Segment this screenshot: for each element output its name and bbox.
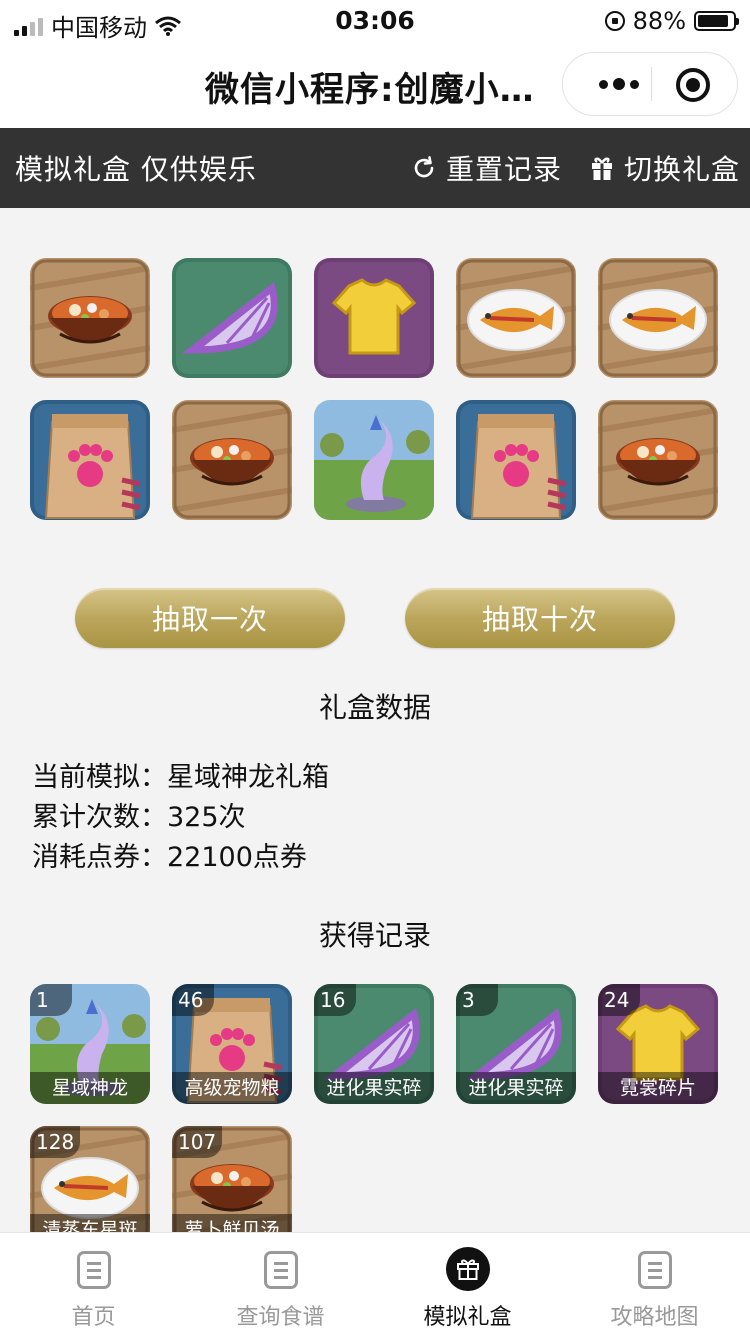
dragon-mount-icon	[314, 400, 434, 520]
tab-recipes[interactable]: 查询食谱	[187, 1233, 374, 1334]
draw-ten-button[interactable]: 抽取十次	[405, 588, 675, 648]
stat-cost-label: 消耗点券：	[32, 842, 167, 873]
refresh-icon	[414, 156, 434, 178]
soup-bowl-icon	[30, 258, 150, 378]
records-title: 获得记录	[318, 919, 431, 952]
record-count: 46	[172, 984, 214, 1016]
close-miniprogram-icon[interactable]	[676, 68, 710, 102]
reset-records-label: 重置记录	[446, 153, 563, 186]
document-icon	[264, 1251, 298, 1289]
page-title: 微信小程序:创魔小…	[205, 70, 535, 110]
switch-giftbox-label: 切换礼盒	[624, 153, 741, 186]
reset-records-button[interactable]: 重置记录	[412, 148, 562, 188]
soup-bowl-icon	[598, 400, 718, 520]
reward-tile	[30, 258, 150, 378]
switch-giftbox-button[interactable]: 切换礼盒	[590, 148, 740, 188]
record-label: 清蒸东星斑	[30, 1214, 150, 1232]
stat-count: 累计次数： 325次	[32, 798, 329, 838]
toolbar-title: 模拟礼盒 仅供娱乐	[15, 153, 257, 186]
gift-icon	[446, 1247, 490, 1291]
record-item: 1 星域神龙	[30, 984, 150, 1104]
document-icon	[77, 1251, 111, 1289]
fish-plate-icon	[598, 258, 718, 378]
reward-tile	[30, 400, 150, 520]
battery-percent: 88%	[632, 7, 686, 35]
tshirt-icon	[314, 258, 434, 378]
record-count: 107	[172, 1126, 223, 1158]
status-right: 88%	[604, 7, 739, 35]
reward-tile	[598, 400, 718, 520]
record-count: 128	[30, 1126, 81, 1158]
main-content: 抽取一次 抽取十次 礼盒数据 当前模拟： 星域神龙礼箱 累计次数： 325次 消耗点…	[0, 208, 750, 1232]
record-count: 24	[598, 984, 640, 1016]
reward-tile	[172, 258, 292, 378]
giftbox-stats: 当前模拟： 星域神龙礼箱 累计次数： 325次 消耗点券： 22100点券	[32, 758, 329, 878]
fish-plate-icon	[456, 258, 576, 378]
reward-tile	[172, 400, 292, 520]
reward-tile	[314, 258, 434, 378]
status-bar: 中国移动 03:06 88%	[0, 0, 750, 42]
record-item: 107 萝卜鲜贝汤	[172, 1126, 292, 1232]
gift-icon	[592, 157, 612, 180]
record-item: 128 清蒸东星斑	[30, 1126, 150, 1232]
record-count: 16	[314, 984, 356, 1016]
record-item: 3 进化果实碎	[456, 984, 576, 1104]
draw-once-button[interactable]: 抽取一次	[75, 588, 345, 648]
capsule-menu	[562, 52, 738, 116]
pet-food-bag-icon	[30, 400, 150, 520]
record-count: 3	[456, 984, 498, 1016]
stat-current-value: 星域神龙礼箱	[167, 762, 329, 793]
tab-home[interactable]: 首页	[0, 1233, 187, 1334]
tab-home-label: 首页	[71, 1305, 116, 1330]
stat-cost: 消耗点券： 22100点券	[32, 838, 329, 878]
document-icon	[638, 1251, 672, 1289]
record-label: 高级宠物粮	[172, 1072, 292, 1104]
toolbar: 模拟礼盒 仅供娱乐 重置记录 切换礼盒	[0, 128, 750, 208]
record-label: 进化果实碎	[314, 1072, 434, 1104]
tab-map[interactable]: 攻略地图	[561, 1233, 748, 1334]
tab-map-label: 攻略地图	[610, 1305, 699, 1330]
battery-icon	[694, 11, 739, 31]
record-label: 萝卜鲜贝汤	[172, 1214, 292, 1232]
stat-cost-value: 22100点券	[167, 842, 307, 873]
record-label: 霓裳碎片	[598, 1072, 718, 1104]
reward-tile	[456, 400, 576, 520]
rotation-lock-icon	[604, 11, 625, 31]
stat-count-label: 累计次数：	[32, 802, 167, 833]
tab-bar: 首页 查询食谱 模拟礼盒 攻略地图	[0, 1232, 750, 1334]
reward-tile	[456, 258, 576, 378]
tab-giftbox[interactable]: 模拟礼盒	[374, 1233, 561, 1334]
stat-current-label: 当前模拟：	[32, 762, 167, 793]
record-label: 星域神龙	[30, 1072, 150, 1104]
record-label: 进化果实碎	[456, 1072, 576, 1104]
fruit-slice-icon	[172, 258, 292, 378]
stats-title: 礼盒数据	[318, 691, 431, 724]
record-item: 16 进化果实碎	[314, 984, 434, 1104]
record-count: 1	[30, 984, 72, 1016]
nav-bar: 微信小程序:创魔小…	[0, 42, 750, 128]
tab-recipes-label: 查询食谱	[236, 1305, 325, 1330]
stat-current: 当前模拟： 星域神龙礼箱	[32, 758, 329, 798]
record-item: 24 霓裳碎片	[598, 984, 718, 1104]
pet-food-bag-icon	[456, 400, 576, 520]
soup-bowl-icon	[172, 400, 292, 520]
reward-tile	[314, 400, 434, 520]
tab-giftbox-label: 模拟礼盒	[423, 1305, 512, 1330]
record-item: 46 高级宠物粮	[172, 984, 292, 1104]
stat-count-value: 325次	[167, 802, 246, 833]
reward-tile	[598, 258, 718, 378]
capsule-divider	[651, 67, 652, 101]
more-options-icon[interactable]	[589, 53, 649, 115]
